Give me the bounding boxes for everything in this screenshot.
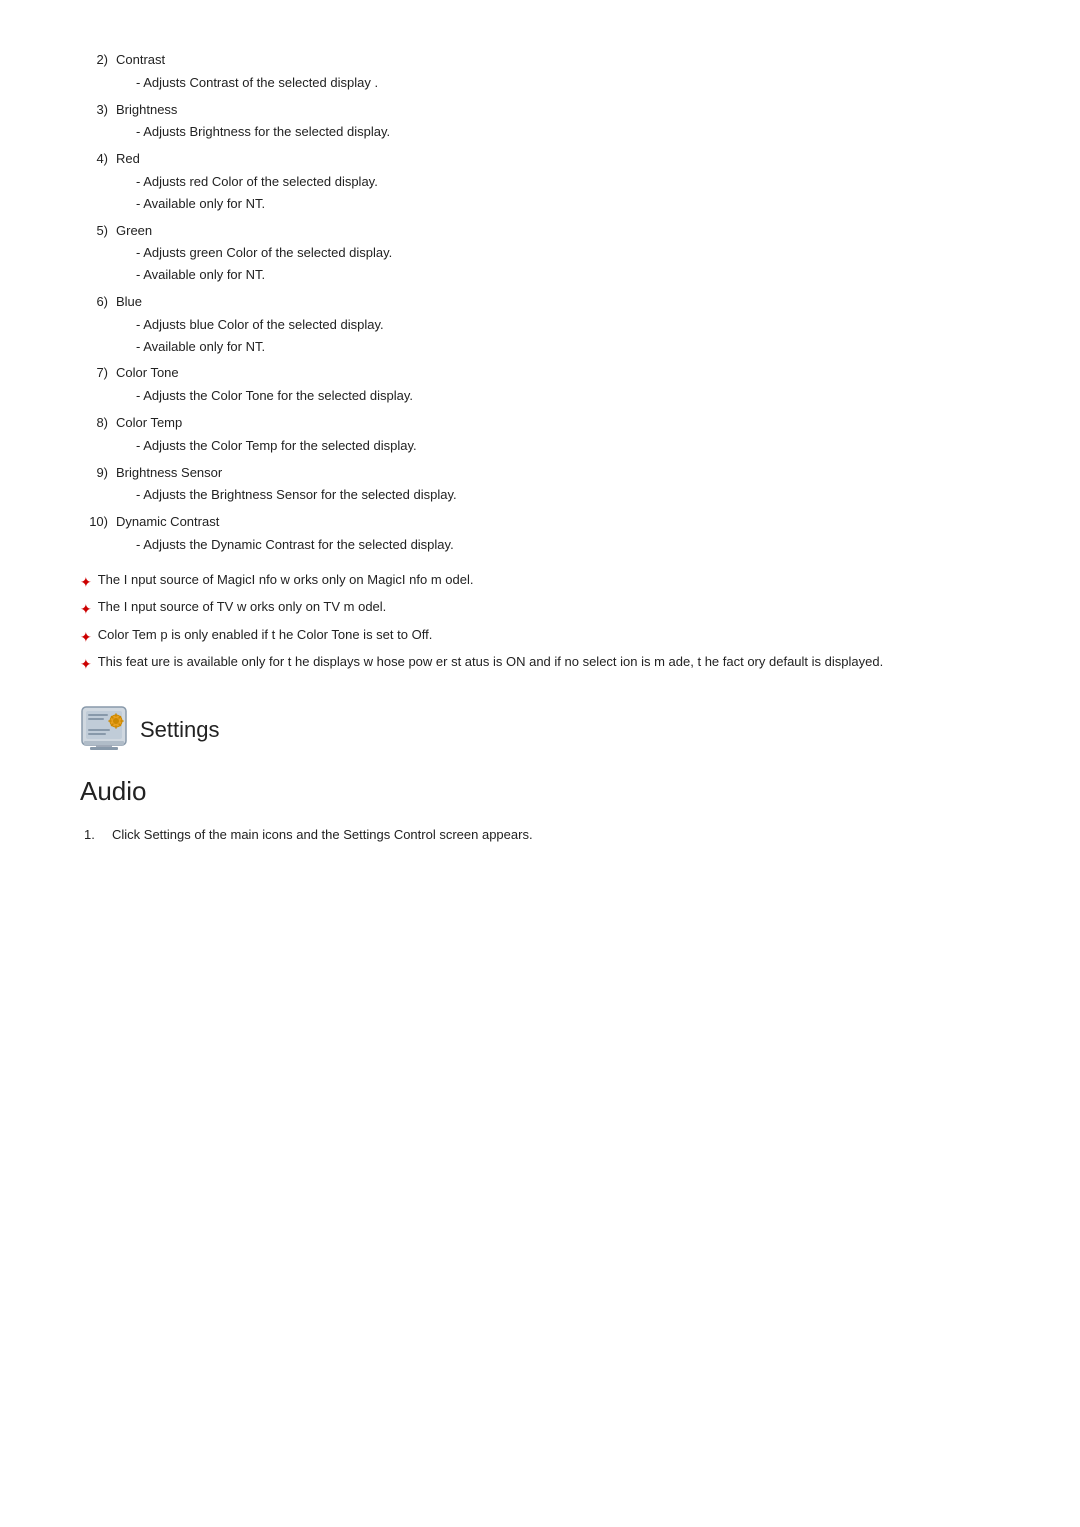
star-icon: ✦ [80,571,92,593]
list-item: 8) Color Temp- Adjusts the Color Temp for… [80,413,1000,457]
steps-container: 1. Click Settings of the main icons and t… [80,825,1000,846]
item-description: - Adjusts the Color Tone for the selecte… [80,386,1000,407]
main-content: 2) Contrast- Adjusts Contrast of the sele… [80,50,1000,846]
item-description: - Adjusts blue Color of the selected dis… [80,315,1000,336]
item-title: Brightness [116,100,177,121]
item-number: 10) [80,512,108,533]
note-text: The I nput source of MagicI nfo w orks o… [98,570,474,590]
star-icon: ✦ [80,653,92,675]
item-description: - Adjusts the Dynamic Contrast for the s… [80,535,1000,556]
list-item: 2) Contrast- Adjusts Contrast of the sele… [80,50,1000,94]
step-text: Click Settings of the main icons and the… [112,825,533,846]
item-number: 8) [80,413,108,434]
list-item: 5) Green- Adjusts green Color of the sele… [80,221,1000,286]
item-number: 2) [80,50,108,71]
item-title: Brightness Sensor [116,463,222,484]
note-row: ✦ This feat ure is available only for t h… [80,652,1000,675]
item-number: 5) [80,221,108,242]
list-item: 9) Brightness Sensor- Adjusts the Brightn… [80,463,1000,507]
item-number: 9) [80,463,108,484]
list-item: 7) Color Tone- Adjusts the Color Tone for… [80,363,1000,407]
item-row: 6) Blue [80,292,1000,313]
item-title: Red [116,149,140,170]
item-row: 2) Contrast [80,50,1000,71]
item-row: 5) Green [80,221,1000,242]
list-item: 3) Brightness- Adjusts Brightness for the… [80,100,1000,144]
item-row: 4) Red [80,149,1000,170]
item-row: 10) Dynamic Contrast [80,512,1000,533]
item-number: 6) [80,292,108,313]
item-title: Blue [116,292,142,313]
item-title: Color Temp [116,413,182,434]
item-title: Green [116,221,152,242]
item-description: - Adjusts red Color of the selected disp… [80,172,1000,193]
note-row: ✦ The I nput source of MagicI nfo w orks … [80,570,1000,593]
step-number: 1. [84,825,104,846]
item-title: Dynamic Contrast [116,512,219,533]
item-description: - Adjusts Brightness for the selected di… [80,122,1000,143]
note-row: ✦ Color Tem p is only enabled if t he Col… [80,625,1000,648]
item-row: 3) Brightness [80,100,1000,121]
item-description: - Available only for NT. [80,265,1000,286]
notes-section: ✦ The I nput source of MagicI nfo w orks … [80,570,1000,676]
note-row: ✦ The I nput source of TV w orks only on … [80,597,1000,620]
item-number: 4) [80,149,108,170]
star-icon: ✦ [80,626,92,648]
settings-header: Settings [80,705,1000,753]
step-row: 1. Click Settings of the main icons and t… [80,825,1000,846]
list-item: 10) Dynamic Contrast- Adjusts the Dynamic… [80,512,1000,556]
item-number: 3) [80,100,108,121]
item-description: - Adjusts the Color Temp for the selecte… [80,436,1000,457]
item-row: 7) Color Tone [80,363,1000,384]
note-text: This feat ure is available only for t he… [98,652,883,672]
audio-title: Audio [80,771,1000,813]
settings-title: Settings [140,712,220,747]
list-item: 6) Blue- Adjusts blue Color of the select… [80,292,1000,357]
item-row: 8) Color Temp [80,413,1000,434]
note-text: Color Tem p is only enabled if t he Colo… [98,625,433,645]
list-item: 4) Red- Adjusts red Color of the selected… [80,149,1000,214]
item-description: - Adjusts green Color of the selected di… [80,243,1000,264]
item-number: 7) [80,363,108,384]
items-list: 2) Contrast- Adjusts Contrast of the sele… [80,50,1000,556]
item-title: Color Tone [116,363,179,384]
audio-section: Audio 1. Click Settings of the main icons… [80,771,1000,845]
item-row: 9) Brightness Sensor [80,463,1000,484]
settings-icon [80,705,128,753]
item-description: - Available only for NT. [80,337,1000,358]
item-description: - Available only for NT. [80,194,1000,215]
item-title: Contrast [116,50,165,71]
note-text: The I nput source of TV w orks only on T… [98,597,387,617]
item-description: - Adjusts Contrast of the selected displ… [80,73,1000,94]
item-description: - Adjusts the Brightness Sensor for the … [80,485,1000,506]
star-icon: ✦ [80,598,92,620]
